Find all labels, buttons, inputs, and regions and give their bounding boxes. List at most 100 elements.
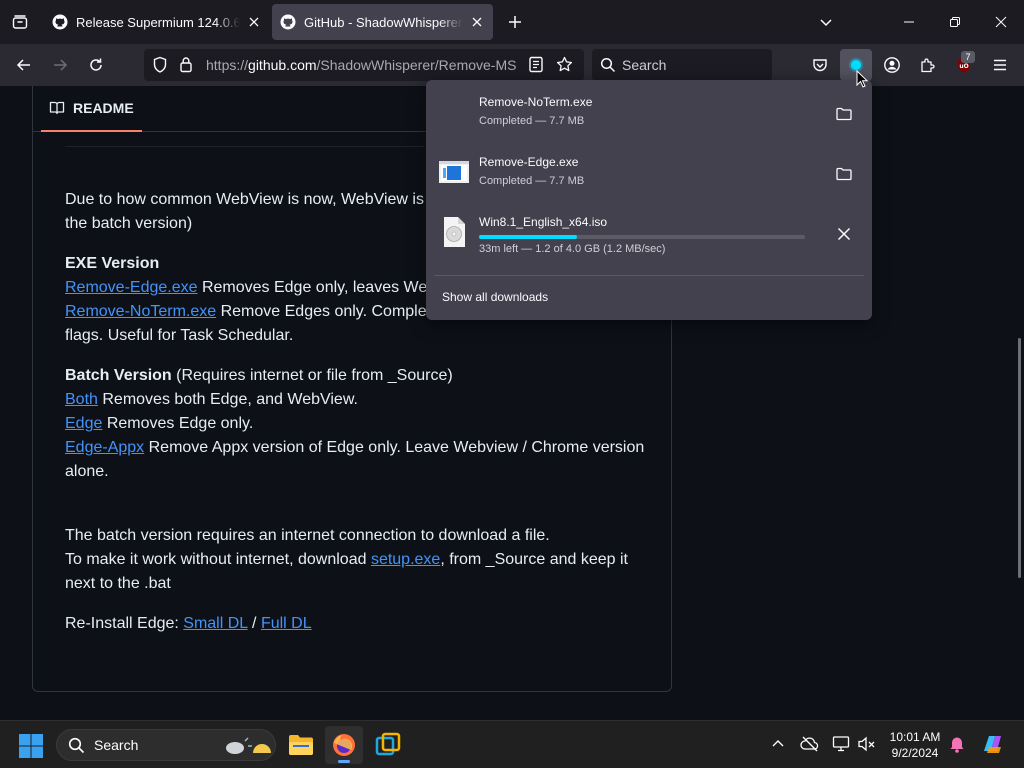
bookmark-star-icon[interactable]: [556, 56, 573, 78]
url-host: github.com: [248, 57, 317, 73]
remove-noterm-exe-link[interactable]: Remove-NoTerm.exe: [65, 303, 216, 320]
url-path: /ShadowWhisperer/Remove-MS: [316, 57, 516, 73]
tab-strip: Release Supermium 124.0.6367. GitHub - S…: [0, 0, 1024, 44]
open-folder-icon[interactable]: [832, 102, 856, 126]
github-icon: [280, 14, 296, 30]
minimize-button[interactable]: [886, 0, 932, 44]
system-clock[interactable]: 10:01 AM 9/2/2024: [880, 729, 950, 761]
active-app-indicator: [338, 760, 350, 763]
edge-link[interactable]: Edge: [65, 415, 102, 432]
remote-desktop-app-icon: [375, 732, 401, 756]
onedrive-offline-icon[interactable]: [799, 733, 821, 755]
batch-version-heading: Batch Version: [65, 367, 172, 384]
readme-tab[interactable]: README: [41, 86, 142, 132]
readme-text: the batch version): [65, 215, 193, 232]
search-icon: [68, 737, 85, 759]
windows-taskbar: Search 10:01 AM 9/2/2024: [0, 720, 1024, 768]
setup-exe-link[interactable]: setup.exe: [371, 551, 440, 568]
plus-icon: [509, 16, 521, 28]
readme-text: Due to how common WebView is now, WebVie…: [65, 191, 424, 208]
open-folder-icon[interactable]: [832, 162, 856, 186]
download-status: Completed — 7.7 MB: [479, 115, 585, 127]
download-progress-fill: [479, 235, 577, 239]
taskbar-search-box[interactable]: Search: [56, 729, 276, 761]
clock-date: 9/2/2024: [891, 746, 939, 760]
disc-image-icon: [438, 216, 470, 248]
pocket-button[interactable]: [804, 49, 836, 81]
search-icon: [600, 57, 616, 78]
readme-text: Removes Edge only, leaves WebV: [197, 279, 447, 296]
arrow-right-icon: [54, 59, 68, 71]
taskbar-file-explorer[interactable]: [282, 726, 320, 764]
readme-text: The batch version requires an internet c…: [65, 527, 550, 544]
download-item-in-progress[interactable]: Win8.1_English_x64.iso 33m left — 1.2 of…: [434, 206, 864, 264]
hamburger-menu-icon: [994, 59, 1006, 71]
notification-bell-icon[interactable]: [946, 733, 968, 755]
close-icon: [995, 16, 1007, 28]
readme-text: Remove Appx version of Edge only. Leave …: [65, 439, 645, 480]
minimize-icon: [904, 21, 914, 23]
extension-badge: 7: [961, 51, 975, 63]
download-item[interactable]: Remove-Edge.exe Completed — 7.7 MB: [434, 146, 864, 204]
divider: [65, 146, 425, 152]
volume-muted-icon[interactable]: [856, 733, 878, 755]
firefox-icon: [333, 734, 355, 756]
cancel-download-icon[interactable]: [832, 222, 856, 246]
search-bar[interactable]: Search: [592, 49, 772, 81]
readme-text: Removes Edge only.: [102, 415, 254, 432]
taskbar-firefox[interactable]: [325, 726, 363, 764]
reader-view-icon[interactable]: [528, 56, 544, 78]
full-dl-link[interactable]: Full DL: [261, 615, 312, 632]
url-scheme: https://: [206, 57, 249, 73]
mouse-cursor-icon: [856, 70, 868, 88]
readme-text: /: [247, 615, 261, 632]
network-icon[interactable]: [831, 733, 853, 755]
chevron-down-icon: [820, 19, 832, 27]
close-tab-icon[interactable]: [469, 14, 485, 30]
close-window-button[interactable]: [978, 0, 1024, 44]
url-bar[interactable]: https://github.com/ShadowWhisperer/Remov…: [144, 49, 584, 81]
app-menu-button[interactable]: [984, 49, 1016, 81]
readme-text: flags. Useful for Task Schedular.: [65, 327, 294, 344]
restore-button[interactable]: [932, 0, 978, 44]
show-all-downloads-link[interactable]: Show all downloads: [442, 290, 548, 304]
clock-time: 10:01 AM: [889, 730, 941, 744]
download-filename: Win8.1_English_x64.iso: [479, 215, 608, 229]
remove-edge-exe-link[interactable]: Remove-Edge.exe: [65, 279, 198, 296]
readme-text: Re-Install Edge:: [65, 615, 184, 632]
taskbar-app[interactable]: [369, 726, 407, 764]
tracking-protection-shield-icon[interactable]: [152, 56, 168, 79]
reload-icon: [90, 58, 102, 71]
readme-text: (Requires internet or file from _Source): [171, 367, 453, 384]
edge-appx-link[interactable]: Edge-Appx: [65, 439, 144, 456]
puzzle-icon: [921, 58, 935, 73]
pocket-icon: [813, 59, 827, 72]
small-dl-link[interactable]: Small DL: [183, 615, 247, 632]
back-button[interactable]: [8, 49, 40, 81]
start-button[interactable]: [18, 733, 44, 759]
both-link[interactable]: Both: [65, 391, 98, 408]
github-icon: [52, 14, 68, 30]
list-all-tabs-button[interactable]: [814, 10, 838, 34]
firefox-view-button[interactable]: [8, 10, 32, 34]
forward-button[interactable]: [44, 49, 76, 81]
folder-icon: [289, 735, 313, 755]
tab-title: GitHub - ShadowWhisperer/Remove-MS: [304, 14, 463, 30]
close-tab-icon[interactable]: [246, 14, 262, 30]
show-hidden-icons-chevron-up-icon[interactable]: [767, 733, 789, 755]
readme-text: To make it work without internet, downlo…: [65, 551, 371, 568]
tab-release-supermium[interactable]: Release Supermium 124.0.6367.: [44, 4, 270, 40]
download-item[interactable]: Remove-NoTerm.exe Completed — 7.7 MB: [434, 86, 864, 144]
extensions-button[interactable]: [912, 49, 944, 81]
tab-github-remove-ms[interactable]: GitHub - ShadowWhisperer/Remove-MS: [272, 4, 493, 40]
reload-button[interactable]: [80, 49, 112, 81]
copilot-icon[interactable]: [980, 733, 1006, 755]
account-button[interactable]: [876, 49, 908, 81]
lock-icon[interactable]: [179, 56, 193, 78]
url-text[interactable]: https://github.com/ShadowWhisperer/Remov…: [206, 57, 516, 73]
new-tab-button[interactable]: [503, 10, 527, 34]
exe-window-icon: [438, 156, 470, 188]
taskbar-search-placeholder: Search: [94, 737, 139, 753]
page-scrollbar[interactable]: [1018, 338, 1021, 578]
download-status: Completed — 7.7 MB: [479, 175, 585, 187]
